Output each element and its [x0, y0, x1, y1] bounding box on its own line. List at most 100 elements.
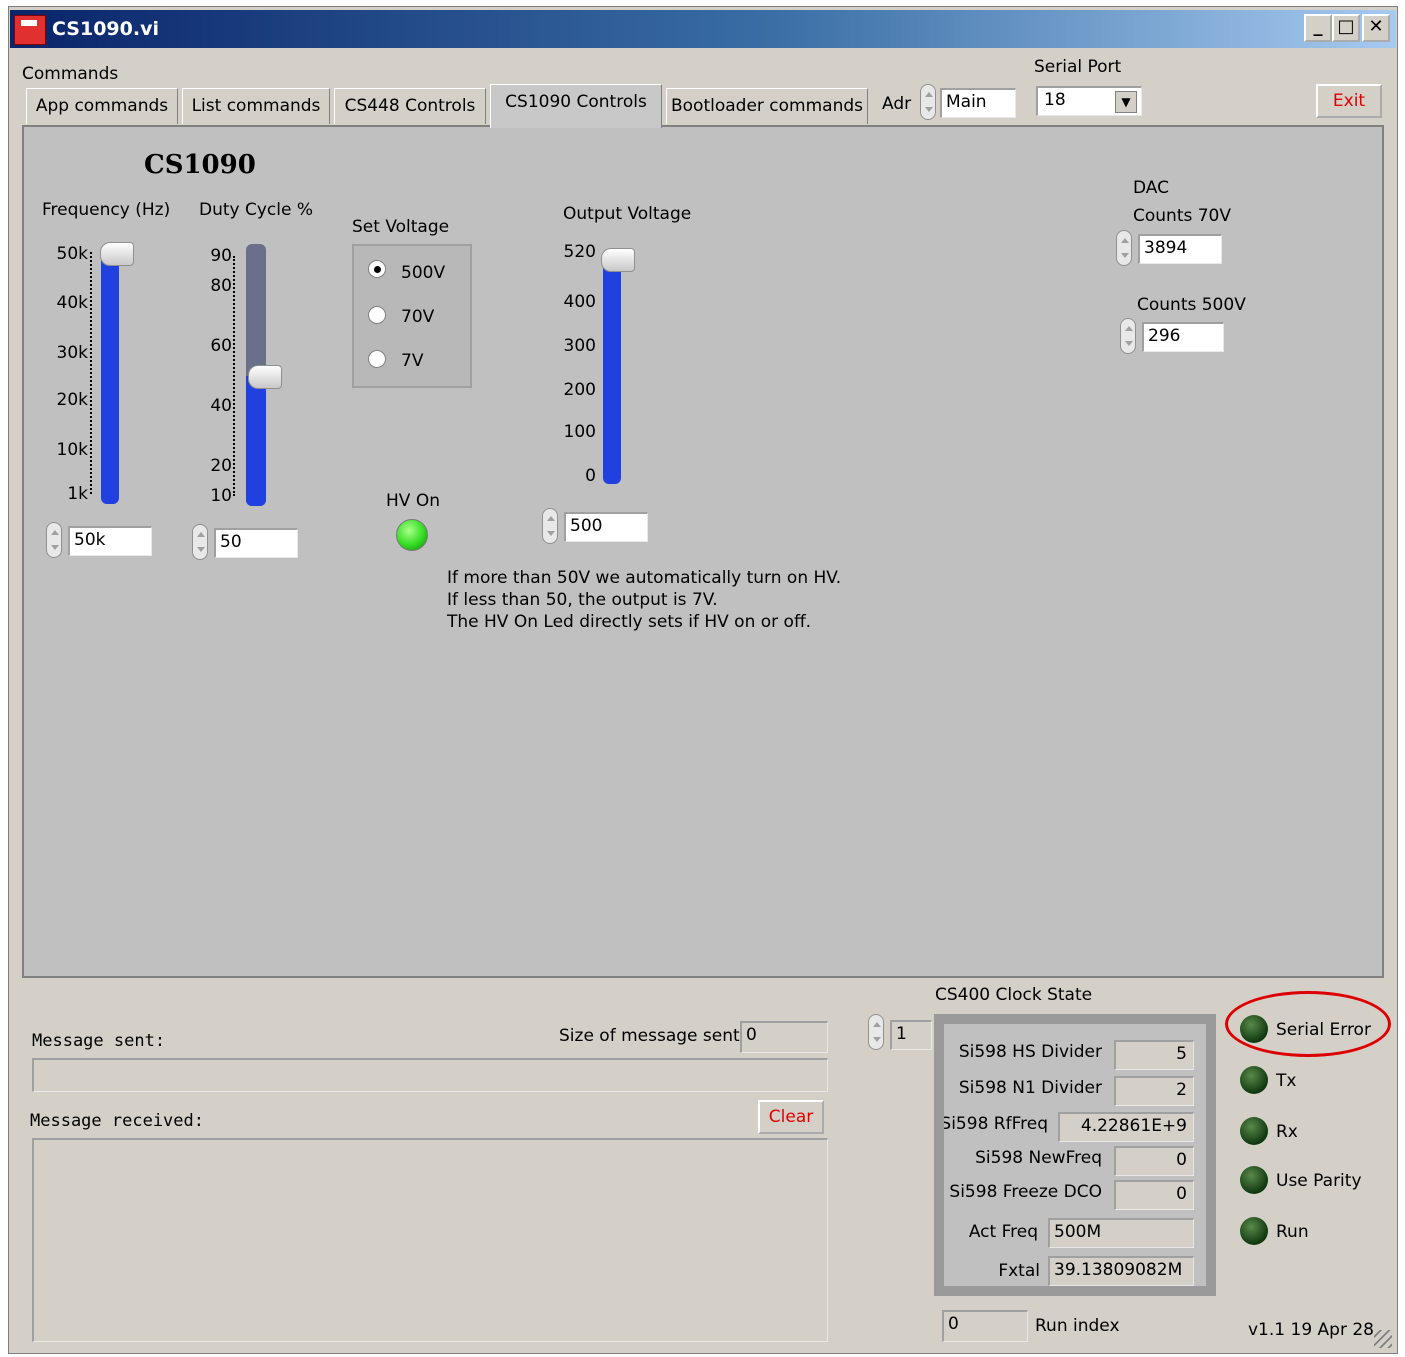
n1-divider-value: 2 — [1114, 1076, 1194, 1106]
size-of-message-label: Size of message sent — [559, 1026, 740, 1046]
title-bar[interactable] — [10, 10, 1396, 48]
freq-tick: 50k — [56, 244, 88, 264]
set-voltage-label: Set Voltage — [352, 217, 450, 237]
output-voltage-label: Output Voltage — [563, 204, 692, 224]
hv-note: If more than 50V we automatically turn o… — [447, 567, 841, 633]
clear-button[interactable]: Clear — [758, 1100, 824, 1134]
note-line: The HV On Led directly sets if HV on or … — [447, 612, 812, 632]
output-tick: 0 — [585, 466, 596, 486]
adr-field[interactable]: Main — [940, 88, 1016, 118]
clock-index-field[interactable]: 1 — [890, 1020, 932, 1050]
rx-label: Rx — [1276, 1122, 1298, 1142]
duty-tick: 40 — [210, 396, 232, 416]
resize-grip-icon[interactable] — [1374, 1330, 1392, 1348]
freeze-dco-value: 0 — [1114, 1180, 1194, 1210]
tab-bootloader-commands[interactable]: Bootloader commands — [666, 88, 868, 124]
exit-button[interactable]: Exit — [1316, 84, 1382, 118]
duty-cycle-label: Duty Cycle % — [199, 200, 314, 220]
message-sent-field — [32, 1058, 828, 1092]
rffreq-label: Si598 RfFreq — [944, 1114, 1048, 1134]
newfreq-label: Si598 NewFreq — [975, 1148, 1102, 1168]
maximize-icon[interactable]: □ — [1332, 14, 1360, 42]
note-line: If more than 50V we automatically turn o… — [447, 568, 842, 588]
radio-500v[interactable] — [368, 260, 386, 278]
window-title: CS1090.vi — [52, 18, 159, 40]
use-parity-led — [1240, 1166, 1268, 1194]
duty-tick: 20 — [210, 456, 232, 476]
close-icon[interactable]: ✕ — [1362, 14, 1390, 42]
tab-cs448-controls[interactable]: CS448 Controls — [334, 88, 486, 124]
serial-port-select[interactable]: 18 ▼ — [1036, 86, 1142, 116]
fxtal-label: Fxtal — [998, 1261, 1040, 1281]
fxtal-value: 39.13809082M — [1048, 1256, 1194, 1286]
duty-spinner[interactable] — [192, 524, 208, 560]
frequency-slider-track[interactable] — [101, 250, 119, 504]
freeze-dco-label: Si598 Freeze DCO — [949, 1182, 1102, 1202]
minimize-icon[interactable]: _ — [1304, 14, 1332, 42]
output-voltage-knob — [601, 248, 635, 272]
radio-label-70v: 70V — [401, 307, 435, 327]
run-led — [1240, 1217, 1268, 1245]
output-tick: 520 — [563, 242, 596, 262]
counts-70v-field[interactable]: 3894 — [1138, 234, 1222, 264]
use-parity-label: Use Parity — [1276, 1171, 1362, 1191]
duty-tick: 10 — [210, 486, 232, 506]
freq-tick: 30k — [56, 343, 88, 363]
output-tick: 100 — [563, 422, 596, 442]
frequency-label: Frequency (Hz) — [42, 200, 171, 220]
panel-heading: CS1090 — [144, 150, 256, 180]
output-scale: 520 400 300 200 100 0 — [540, 242, 596, 492]
newfreq-value: 0 — [1114, 1146, 1194, 1176]
duty-slider-knob[interactable] — [248, 365, 282, 389]
radio-dot — [374, 266, 381, 273]
adr-spinner[interactable] — [920, 84, 936, 120]
size-of-message-field: 0 — [740, 1021, 828, 1053]
counts-500v-spinner[interactable] — [1120, 318, 1136, 354]
duty-field[interactable]: 50 — [214, 528, 298, 558]
frequency-slider-knob[interactable] — [100, 242, 134, 266]
clock-state-title: CS400 Clock State — [935, 985, 1093, 1005]
output-field[interactable]: 500 — [564, 512, 648, 542]
radio-70v[interactable] — [368, 306, 386, 324]
frequency-scale: 50k 40k 30k 20k 10k 1k — [36, 244, 88, 504]
frequency-spinner[interactable] — [46, 522, 62, 558]
duty-tick: 60 — [210, 336, 232, 356]
duty-slider-fill — [246, 376, 266, 506]
radio-7v[interactable] — [368, 350, 386, 368]
counts-70v-label: Counts 70V — [1133, 206, 1232, 226]
tx-led — [1240, 1066, 1268, 1094]
rffreq-value: 4.22861E+9 — [1058, 1112, 1194, 1142]
run-index-field: 0 — [942, 1310, 1028, 1342]
message-received-label: Message received: — [30, 1111, 204, 1131]
serial-port-label: Serial Port — [1034, 57, 1122, 77]
output-tick: 200 — [563, 380, 596, 400]
freq-tick: 40k — [56, 293, 88, 313]
radio-label-7v: 7V — [401, 351, 424, 371]
freq-tick: 1k — [67, 484, 88, 504]
output-tick: 300 — [563, 336, 596, 356]
act-freq-label: Act Freq — [968, 1222, 1038, 1242]
frequency-field[interactable]: 50k — [68, 526, 152, 556]
freq-tick: 10k — [56, 440, 88, 460]
run-label: Run — [1276, 1222, 1309, 1242]
tab-cs1090-controls[interactable]: CS1090 Controls — [490, 84, 662, 128]
counts-70v-spinner[interactable] — [1116, 230, 1132, 266]
duty-tick: 90 — [210, 246, 232, 266]
n1-divider-label: Si598 N1 Divider — [958, 1078, 1102, 1098]
hv-on-led[interactable] — [396, 519, 428, 551]
hv-on-label: HV On — [386, 491, 440, 511]
output-tick: 400 — [563, 292, 596, 312]
output-voltage-bar — [603, 250, 621, 484]
clock-index-spinner[interactable] — [868, 1014, 884, 1050]
tab-list-commands[interactable]: List commands — [182, 88, 330, 124]
message-received-field[interactable] — [32, 1138, 828, 1342]
output-spinner[interactable] — [542, 508, 558, 544]
chevron-down-icon[interactable]: ▼ — [1115, 91, 1137, 113]
hs-divider-label: Si598 HS Divider — [958, 1042, 1102, 1062]
tab-app-commands[interactable]: App commands — [26, 88, 178, 124]
freq-tick: 20k — [56, 390, 88, 410]
duty-scale: 90 80 60 40 20 10 — [196, 244, 232, 506]
counts-500v-field[interactable]: 296 — [1142, 322, 1224, 352]
dac-label: DAC — [1133, 178, 1169, 198]
commands-label: Commands — [22, 64, 119, 84]
